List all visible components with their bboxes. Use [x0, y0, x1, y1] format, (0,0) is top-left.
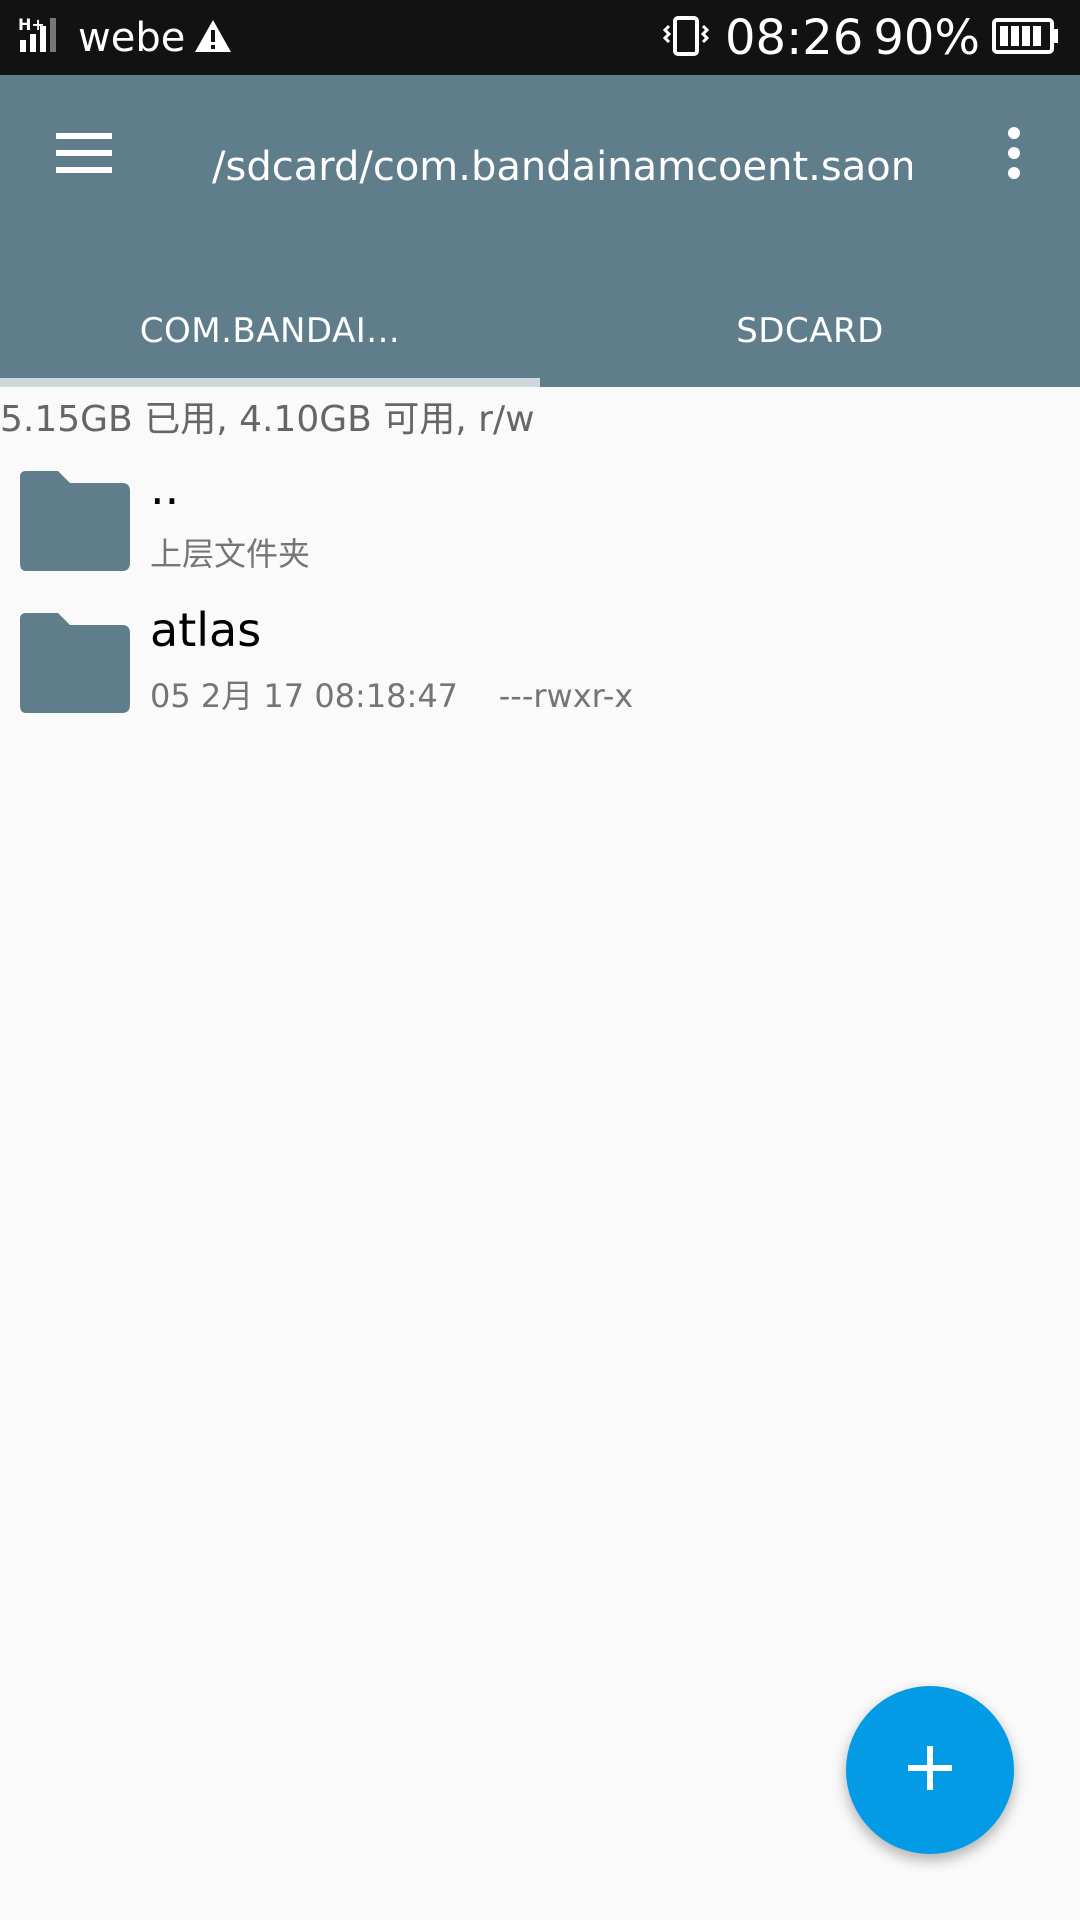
overflow-menu-button[interactable] — [984, 115, 1044, 195]
tab-com-bandai[interactable]: COM.BANDAI... — [0, 275, 540, 387]
clock: 08:26 — [724, 9, 864, 66]
tab-sdcard[interactable]: SDCARD — [540, 275, 1080, 387]
file-subtitle: 05 2月 17 08:18:47 ---rwxr-x — [150, 677, 634, 715]
add-fab-button[interactable] — [846, 1686, 1014, 1854]
carrier-name: webe — [78, 14, 186, 61]
warning-icon — [193, 18, 233, 58]
menu-button[interactable] — [40, 115, 128, 195]
status-bar: H+ webe 08:26 90% — [0, 0, 1080, 75]
more-vert-icon — [1004, 125, 1024, 185]
list-item-parent-folder[interactable]: .. 上层文件夹 — [0, 455, 1080, 595]
current-path[interactable]: /sdcard/com.bandainamcoent.saomdas — [212, 137, 912, 197]
folder-icon — [12, 609, 132, 717]
screen: H+ webe 08:26 90% /sdcard/com.bandainamc… — [0, 0, 1080, 1920]
hamburger-menu-icon — [54, 131, 114, 179]
list-item-atlas[interactable]: atlas 05 2月 17 08:18:47 ---rwxr-x — [0, 597, 1080, 737]
file-subtitle: 上层文件夹 — [150, 535, 311, 573]
vibrate-icon — [661, 14, 711, 62]
battery-percent: 90% — [873, 9, 980, 66]
signal-icon: H+ — [18, 15, 64, 60]
file-name: .. — [150, 461, 180, 515]
status-right: 08:26 90% — [661, 0, 1060, 75]
folder-icon — [12, 467, 132, 575]
plus-icon — [906, 1744, 954, 1796]
storage-info: 5.15GB 已用, 4.10GB 可用, r/w — [0, 399, 535, 440]
status-left: H+ webe — [18, 0, 233, 75]
file-name: atlas — [150, 603, 262, 657]
app-bar: /sdcard/com.bandainamcoent.saomdas COM.B… — [0, 75, 1080, 387]
tab-indicator — [0, 378, 540, 387]
battery-icon — [992, 16, 1060, 60]
